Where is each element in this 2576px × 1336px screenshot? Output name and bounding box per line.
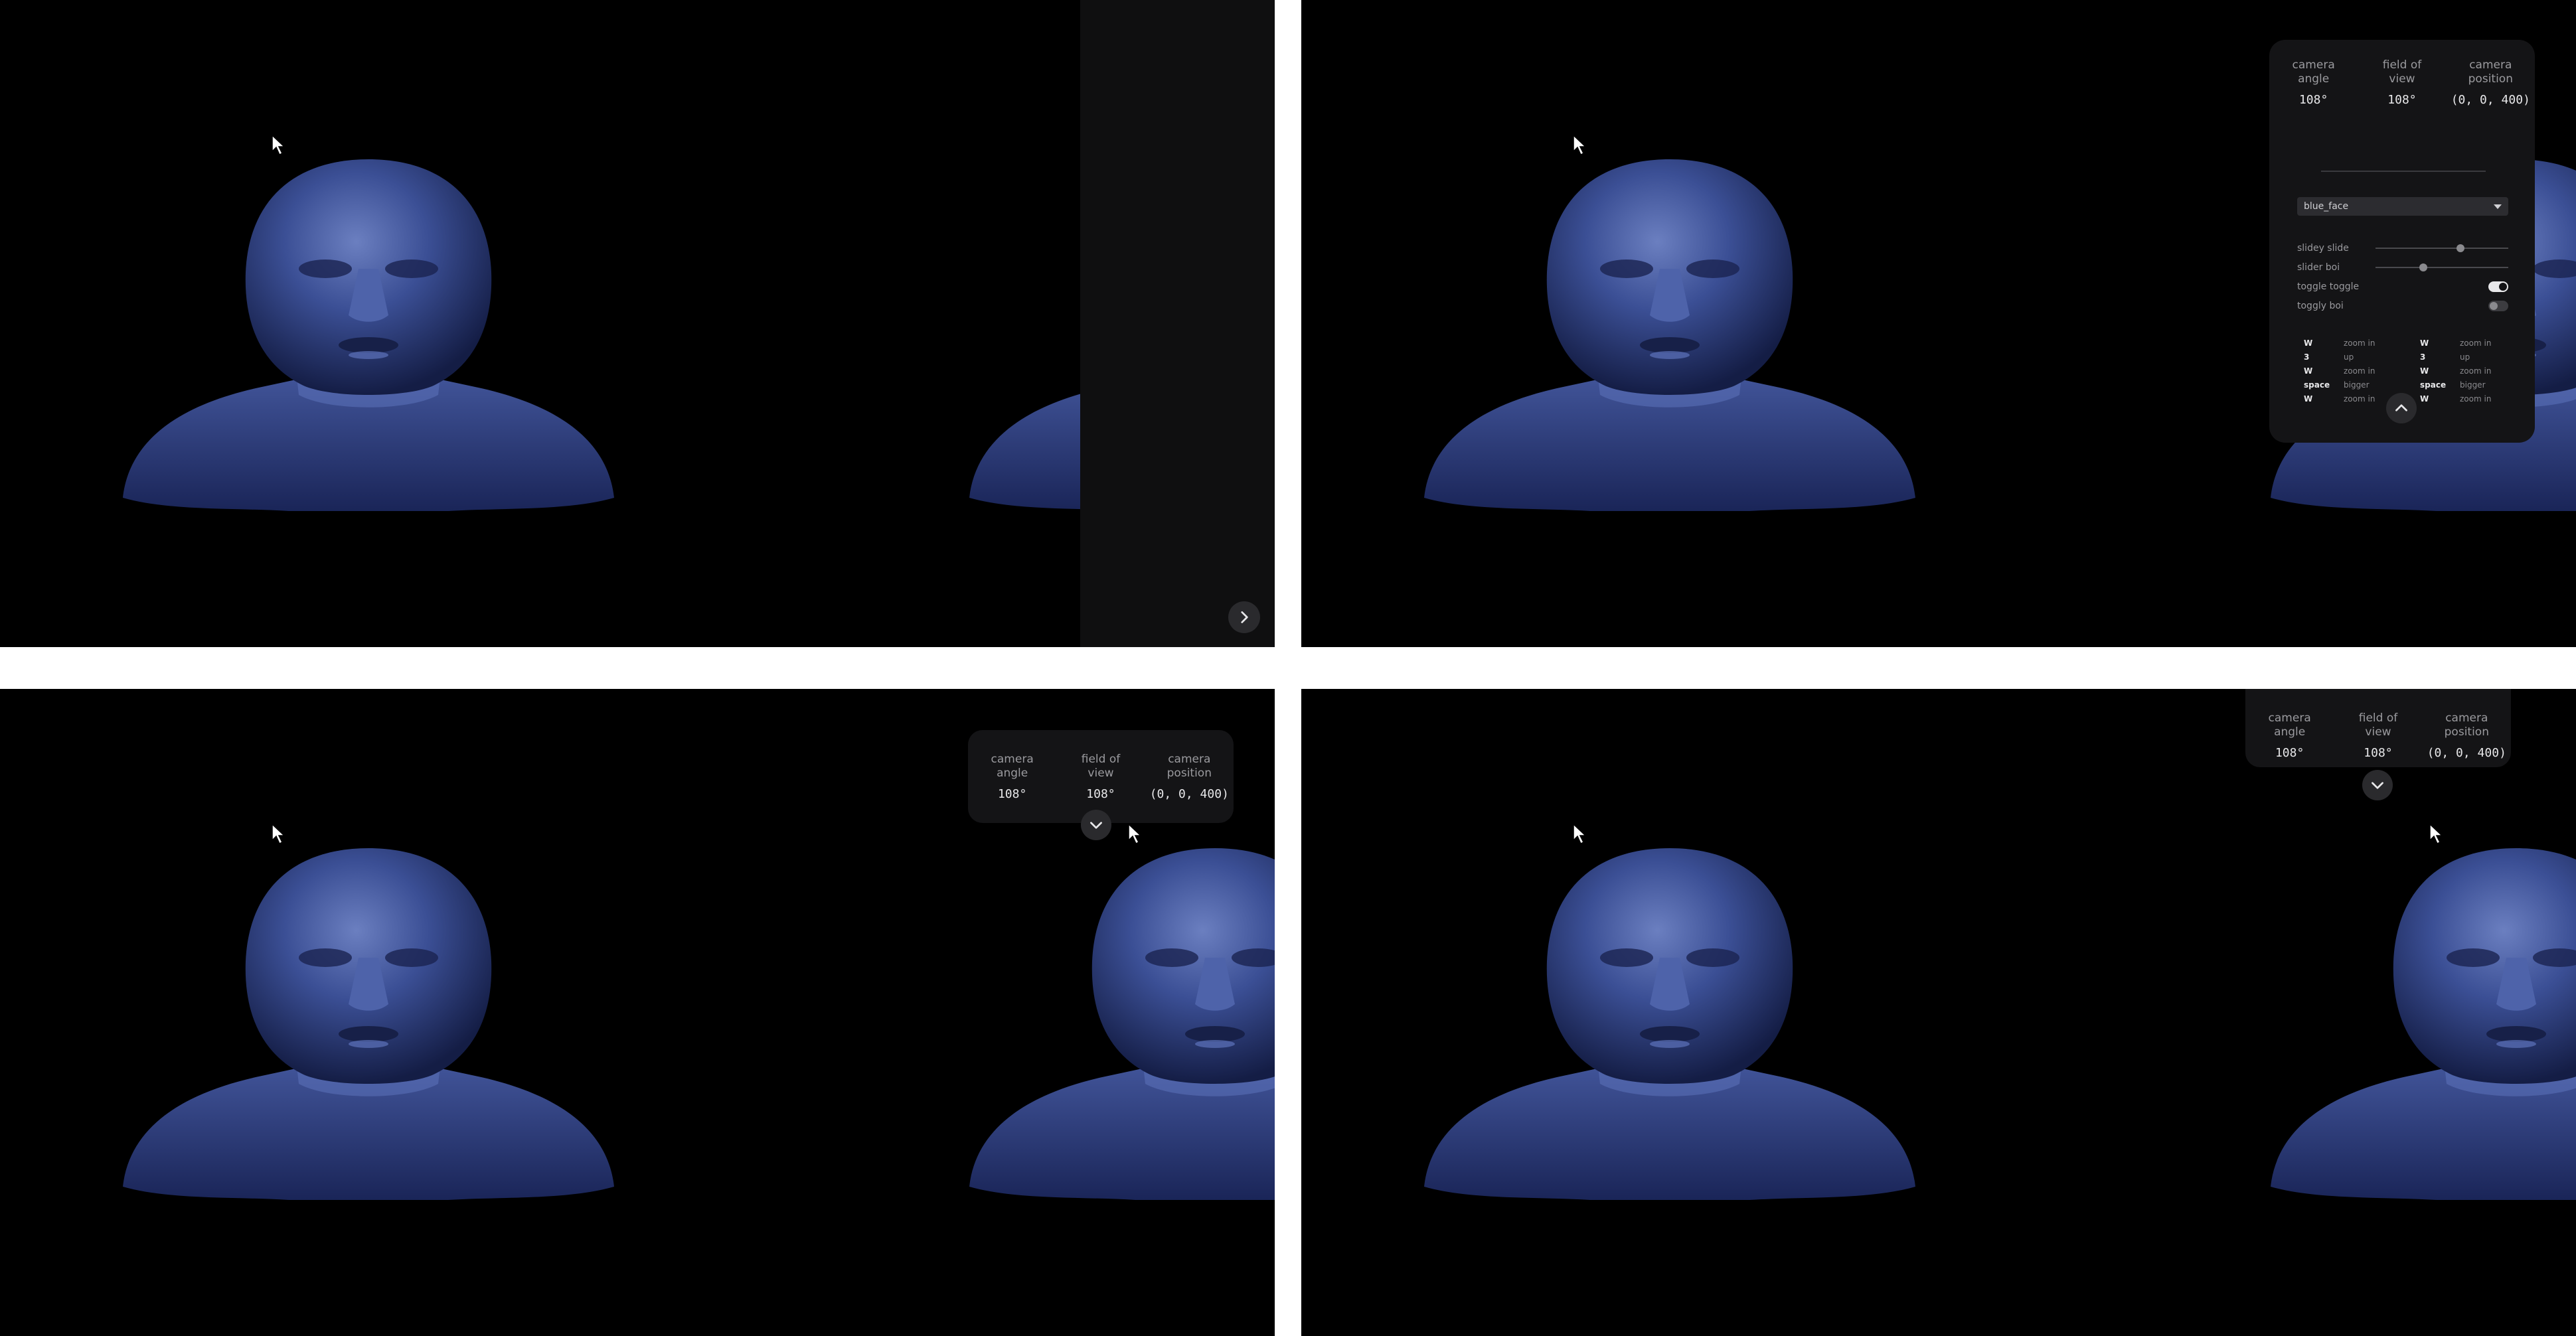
camera-info-card: camera angle 108° field of view 108° cam… bbox=[2245, 689, 2511, 767]
collapsed-side-panel bbox=[1080, 0, 1275, 647]
shortcuts-right-column: Wzoom in 3 up Wzoom in space bigger Wzoom … bbox=[2420, 336, 2520, 406]
viewport-bottom-right[interactable]: camera angle 108° field of view 108° cam… bbox=[1301, 689, 2576, 1336]
face-bust-model[interactable] bbox=[103, 815, 634, 1213]
collapse-settings-button[interactable] bbox=[2386, 393, 2417, 423]
chevron-down-icon bbox=[2372, 782, 2383, 789]
camera-position-label: camera position bbox=[2468, 58, 2513, 86]
shortcut-row: Wzoom in bbox=[2420, 338, 2492, 348]
field-of-view-label: field of view bbox=[2358, 711, 2398, 739]
camera-position-value: (0, 0, 400) bbox=[1149, 787, 1229, 801]
shortcut-row: Wzoom in bbox=[2420, 366, 2492, 376]
expand-panel-button[interactable] bbox=[1228, 601, 1260, 633]
toggle-row-toggly-boi: toggly boi bbox=[2297, 298, 2508, 314]
toggly-boi-switch[interactable] bbox=[2488, 301, 2508, 311]
divider bbox=[2321, 171, 2486, 172]
shortcut-row: Wzoom in bbox=[2420, 394, 2492, 404]
face-bust-model[interactable] bbox=[1404, 126, 1935, 524]
shortcut-row: 3 up bbox=[2304, 352, 2354, 362]
face-bust-model-offscreen bbox=[949, 815, 1275, 1213]
field-of-view-value: 108° bbox=[1086, 787, 1115, 801]
toggle-label: toggly boi bbox=[2297, 301, 2344, 311]
slider-row-slider-boi: slider boi bbox=[2297, 260, 2508, 275]
shortcut-row: Wzoom in bbox=[2304, 366, 2375, 376]
camera-angle-value: 108° bbox=[2275, 746, 2304, 760]
shortcuts-left-column: Wzoom in 3 up Wzoom in space bigger Wzoom … bbox=[2304, 336, 2403, 406]
camera-position-label: camera position bbox=[2444, 711, 2489, 739]
slider-label: slider boi bbox=[2297, 262, 2340, 273]
slidey-slide-slider[interactable] bbox=[2375, 244, 2508, 252]
viewport-top-right[interactable]: camera angle 108° field of view 108° cam… bbox=[1301, 0, 2576, 647]
shortcut-row: Wzoom in bbox=[2304, 338, 2375, 348]
field-of-view-label: field of view bbox=[2382, 58, 2422, 86]
face-bust-model[interactable] bbox=[1404, 815, 1935, 1213]
shortcut-row: space bigger bbox=[2420, 380, 2486, 390]
model-select-dropdown[interactable]: blue_face bbox=[2297, 197, 2508, 216]
dropdown-value: blue_face bbox=[2304, 201, 2349, 212]
field-of-view-label: field of view bbox=[1081, 753, 1121, 780]
mouse-pointer-icon bbox=[1127, 823, 1142, 846]
field-of-view-value: 108° bbox=[2364, 746, 2393, 760]
face-bust-model-offscreen bbox=[2251, 815, 2576, 1213]
mouse-pointer-icon bbox=[1572, 823, 1587, 846]
viewport-bottom-left[interactable]: camera angle 108° field of view 108° cam… bbox=[0, 689, 1275, 1336]
chevron-right-icon bbox=[1241, 611, 1248, 623]
expand-info-button[interactable] bbox=[2362, 770, 2393, 800]
mouse-pointer-icon bbox=[271, 823, 285, 846]
slider-label: slidey slide bbox=[2297, 243, 2349, 254]
mouse-pointer-icon bbox=[271, 134, 285, 157]
mouse-pointer-icon bbox=[1572, 134, 1587, 157]
face-bust-model[interactable] bbox=[103, 126, 634, 524]
camera-position-value: (0, 0, 400) bbox=[2427, 746, 2506, 760]
mouse-pointer-icon bbox=[2429, 823, 2443, 846]
toggle-label: toggle toggle bbox=[2297, 281, 2360, 292]
camera-info: camera angle 108° field of view 108° cam… bbox=[968, 753, 1234, 801]
toggle-row-toggle-toggle: toggle toggle bbox=[2297, 279, 2508, 295]
viewport-top-left[interactable] bbox=[0, 0, 1275, 647]
shortcut-row: space bigger bbox=[2304, 380, 2370, 390]
toggle-toggle-switch[interactable] bbox=[2488, 281, 2508, 292]
camera-angle-label: camera angle bbox=[2268, 711, 2311, 739]
camera-info: camera angle 108° field of view 108° cam… bbox=[2269, 58, 2535, 107]
slider-thumb[interactable] bbox=[2456, 244, 2465, 252]
camera-position-label: camera position bbox=[1167, 753, 1212, 780]
slider-row-slidey-slide: slidey slide bbox=[2297, 240, 2508, 256]
camera-info-card: camera angle 108° field of view 108° cam… bbox=[968, 730, 1234, 823]
slider-boi-slider[interactable] bbox=[2375, 263, 2508, 271]
chevron-up-icon bbox=[2395, 404, 2407, 411]
expand-info-button[interactable] bbox=[1081, 810, 1111, 840]
field-of-view-value: 108° bbox=[2387, 93, 2417, 107]
chevron-down-icon bbox=[1090, 822, 1102, 829]
camera-info: camera angle 108° field of view 108° cam… bbox=[2245, 711, 2511, 760]
camera-angle-label: camera angle bbox=[991, 753, 1034, 780]
camera-angle-value: 108° bbox=[2298, 93, 2328, 107]
shortcut-row: 3 up bbox=[2420, 352, 2470, 362]
camera-angle-label: camera angle bbox=[2292, 58, 2335, 86]
slider-thumb[interactable] bbox=[2419, 263, 2427, 271]
settings-panel: camera angle 108° field of view 108° cam… bbox=[2269, 40, 2535, 443]
caret-down-icon bbox=[2494, 204, 2502, 209]
camera-position-value: (0, 0, 400) bbox=[2451, 93, 2530, 107]
camera-angle-value: 108° bbox=[997, 787, 1027, 801]
